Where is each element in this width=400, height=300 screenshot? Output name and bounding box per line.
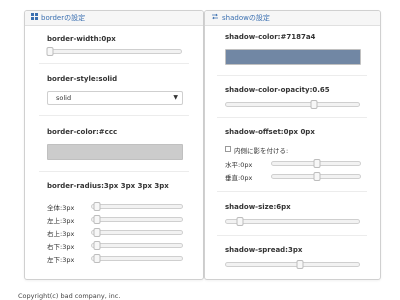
radius-row-slider-handle[interactable] <box>93 254 101 263</box>
inset-checkbox[interactable] <box>225 146 231 152</box>
divider <box>217 117 367 118</box>
border-width-slider[interactable] <box>46 47 182 56</box>
divider <box>39 171 189 172</box>
shadow-opacity-slider-handle[interactable] <box>310 100 318 109</box>
border-style-label: border-style:solid <box>47 75 118 83</box>
shadow-opacity-label: shadow-color-opacity:0.65 <box>225 86 330 94</box>
offset-horizontal-slider-handle[interactable] <box>313 159 321 168</box>
shadow-panel-title: shadowの設定 <box>222 14 270 22</box>
radius-row-slider-handle[interactable] <box>93 241 101 250</box>
shadow-spread-slider[interactable] <box>225 260 360 269</box>
shadow-opacity-slider[interactable] <box>225 100 360 109</box>
copyright-footer: Copyright(c) bad company, inc. <box>18 292 121 300</box>
radius-row-slider[interactable] <box>91 241 183 250</box>
border-style-selected: solid <box>56 94 72 102</box>
radius-row-label: 左下:3px <box>47 256 75 264</box>
shadow-offset-label: shadow-offset:0px 0px <box>225 128 315 136</box>
shadow-spread-slider-handle[interactable] <box>296 260 304 269</box>
grid-icon <box>31 11 38 25</box>
border-width-slider-handle[interactable] <box>46 47 54 56</box>
shadow-settings-panel: shadowの設定 shadow-color:#7187a4 shadow-co… <box>204 10 381 280</box>
divider <box>39 63 189 64</box>
shadow-color-label: shadow-color:#7187a4 <box>225 33 316 41</box>
offset-horizontal-slider[interactable] <box>271 159 361 168</box>
chevron-down-icon: ▼ <box>173 94 178 101</box>
divider <box>217 191 367 192</box>
border-color-swatch[interactable] <box>47 144 183 160</box>
shadow-spread-label: shadow-spread:3px <box>225 246 303 254</box>
divider <box>217 75 367 76</box>
offset-vertical-label: 垂直:0px <box>225 174 253 182</box>
shadow-size-slider-handle[interactable] <box>236 217 244 226</box>
exchange-icon <box>211 11 219 25</box>
offset-vertical-slider[interactable] <box>271 172 361 181</box>
shadow-color-swatch[interactable] <box>225 49 361 65</box>
radius-row-slider[interactable] <box>91 254 183 263</box>
radius-row-slider[interactable] <box>91 202 183 211</box>
inset-label: 内側に影を付ける: <box>234 147 289 155</box>
radius-row-slider[interactable] <box>91 215 183 224</box>
radius-row-slider-handle[interactable] <box>93 228 101 237</box>
radius-row-slider-handle[interactable] <box>93 215 101 224</box>
border-radius-label: border-radius:3px 3px 3px 3px <box>47 182 169 190</box>
divider <box>217 235 367 236</box>
shadow-panel-header: shadowの設定 <box>205 11 380 26</box>
radius-row-slider[interactable] <box>91 228 183 237</box>
offset-vertical-slider-handle[interactable] <box>313 172 321 181</box>
radius-row-label: 全体:3px <box>47 204 75 212</box>
offset-horizontal-label: 水平:0px <box>225 161 253 169</box>
border-width-label: border-width:0px <box>47 35 116 43</box>
radius-row-label: 左上:3px <box>47 217 75 225</box>
divider <box>39 115 189 116</box>
border-panel-title: borderの設定 <box>41 14 86 22</box>
shadow-size-slider[interactable] <box>225 217 360 226</box>
radius-row-label: 右下:3px <box>47 243 75 251</box>
border-panel-header: borderの設定 <box>25 11 203 26</box>
shadow-size-label: shadow-size:6px <box>225 203 291 211</box>
radius-row-label: 右上:3px <box>47 230 75 238</box>
border-settings-panel: borderの設定 border-width:0px border-style:… <box>24 10 204 280</box>
border-style-select[interactable]: solid ▼ <box>47 91 183 105</box>
radius-row-slider-handle[interactable] <box>93 202 101 211</box>
border-color-label: border-color:#ccc <box>47 128 118 136</box>
